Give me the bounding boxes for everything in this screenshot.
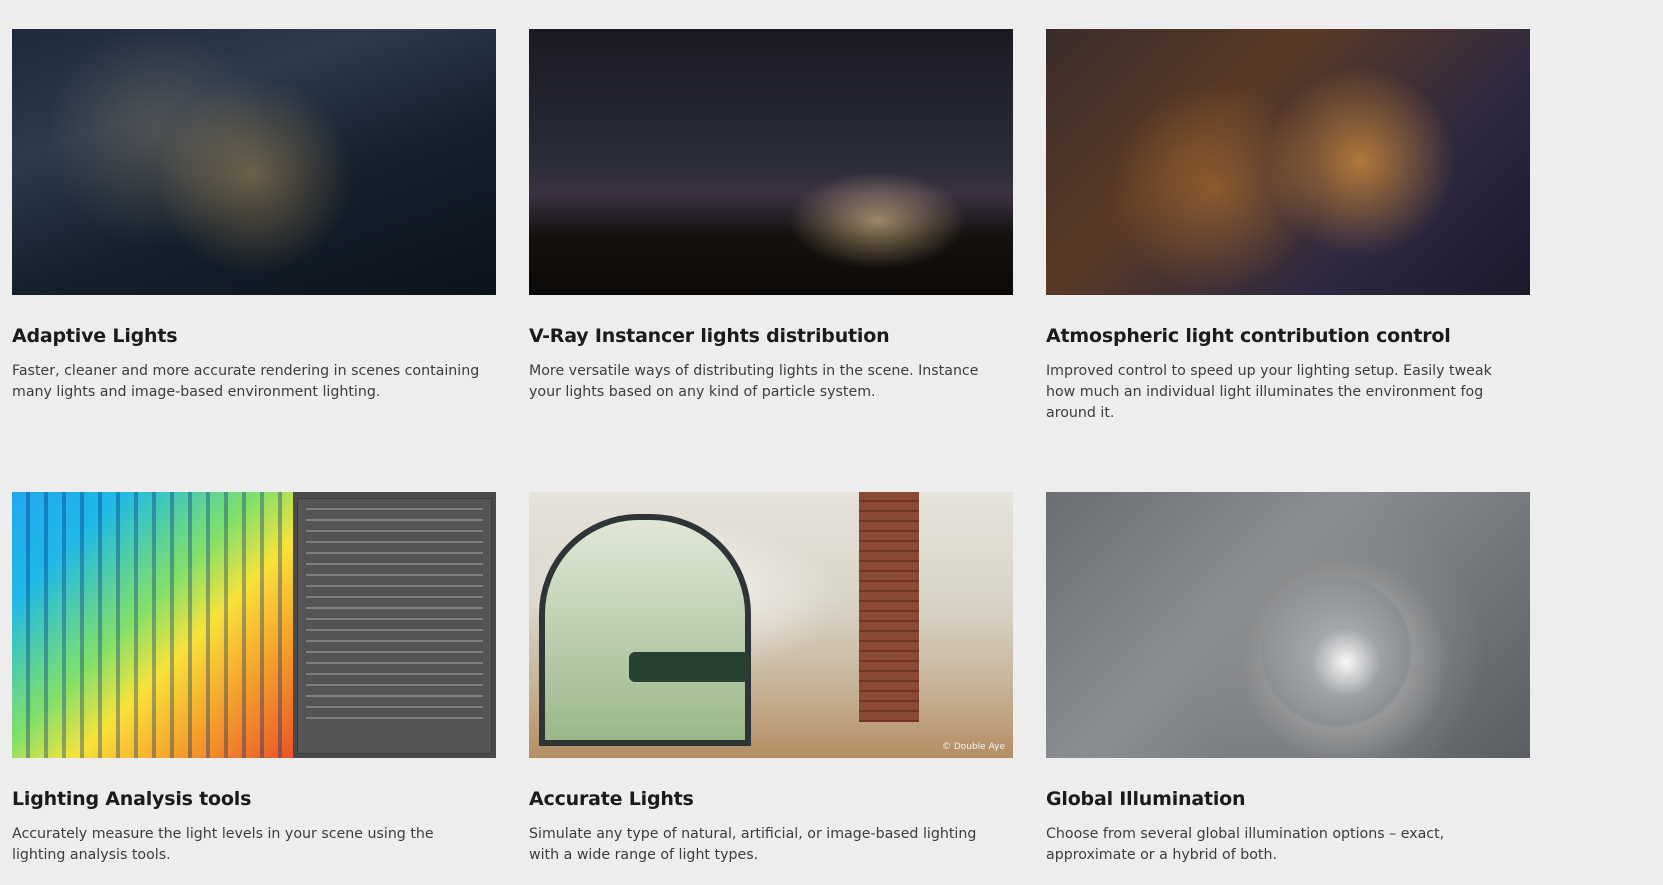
feature-image: © Double Aye (529, 492, 1013, 758)
feature-title: V-Ray Instancer lights distribution (529, 325, 890, 347)
feature-card-atmospheric-light: Atmospheric light contribution control I… (1046, 29, 1530, 492)
features-grid: Adaptive Lights Faster, cleaner and more… (12, 29, 1532, 866)
heatmap-render (12, 492, 293, 758)
feature-image (12, 29, 496, 295)
feature-title: Accurate Lights (529, 788, 694, 810)
feature-title: Atmospheric light contribution control (1046, 325, 1451, 347)
feature-card-accurate-lights: © Double Aye Accurate Lights Simulate an… (529, 492, 1013, 866)
feature-image (1046, 29, 1530, 295)
feature-card-adaptive-lights: Adaptive Lights Faster, cleaner and more… (12, 29, 496, 492)
feature-card-instancer-lights: V-Ray Instancer lights distribution More… (529, 29, 1013, 492)
arched-window (539, 514, 751, 746)
feature-description: More versatile ways of distributing ligh… (529, 363, 979, 400)
sofa (629, 652, 749, 682)
analysis-parameters-panel (297, 498, 492, 754)
feature-image (529, 29, 1013, 295)
feature-description: Simulate any type of natural, artificial… (529, 826, 977, 863)
feature-card-global-illumination: Global Illumination Choose from several … (1046, 492, 1530, 866)
feature-title: Lighting Analysis tools (12, 788, 252, 810)
feature-description: Improved control to speed up your lighti… (1046, 363, 1492, 421)
brick-pillar (859, 492, 919, 722)
feature-description: Faster, cleaner and more accurate render… (12, 363, 480, 400)
feature-image (1046, 492, 1530, 758)
feature-title: Global Illumination (1046, 788, 1246, 810)
feature-title: Adaptive Lights (12, 325, 178, 347)
feature-description: Accurately measure the light levels in y… (12, 826, 434, 863)
feature-card-lighting-analysis: Lighting Analysis tools Accurately measu… (12, 492, 496, 866)
image-credit: © Double Aye (941, 742, 1005, 752)
feature-image (12, 492, 496, 758)
feature-description: Choose from several global illumination … (1046, 826, 1445, 863)
